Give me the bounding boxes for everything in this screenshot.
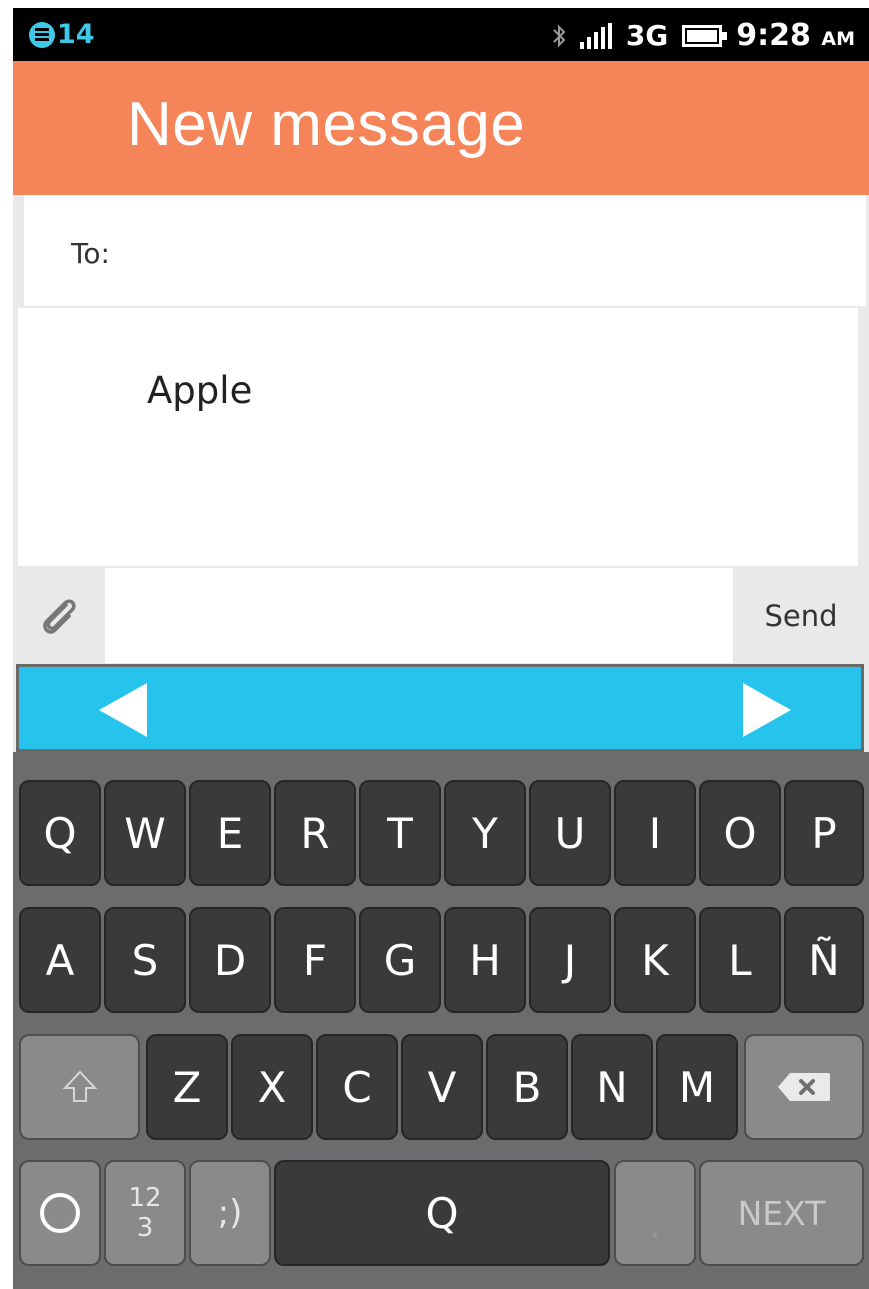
key-x[interactable]: X — [231, 1034, 313, 1140]
clock: 9:28 AM — [736, 18, 855, 53]
signal-icon — [579, 22, 612, 49]
send-button[interactable]: Send — [733, 568, 869, 663]
circle-icon — [40, 1193, 80, 1233]
status-icons: 3G 9:28 AM — [552, 18, 855, 53]
key-k[interactable]: K — [614, 907, 696, 1013]
numbers-line-1: 12 — [128, 1183, 162, 1213]
paperclip-icon — [43, 599, 76, 634]
numbers-key[interactable]: 12 3 — [104, 1160, 186, 1266]
suggestion-bar — [16, 664, 864, 752]
key-z[interactable]: Z — [146, 1034, 228, 1140]
key-v[interactable]: V — [401, 1034, 483, 1140]
key-n-tilde[interactable]: Ñ — [784, 907, 864, 1013]
bluetooth-icon — [553, 24, 566, 47]
recipient-field[interactable]: To: — [24, 195, 866, 306]
backspace-icon — [778, 1073, 830, 1101]
compose-bar: Send — [13, 568, 869, 663]
key-w[interactable]: W — [104, 780, 186, 886]
message-input[interactable]: Apple — [18, 308, 858, 566]
page-title: New message — [127, 90, 526, 159]
left-arrow-icon[interactable] — [99, 683, 147, 737]
keyboard: Q W E R T Y U I O P A S D F G H J K L Ñ … — [13, 752, 869, 1289]
numbers-line-2: 3 — [136, 1213, 154, 1243]
next-key[interactable]: NEXT — [699, 1160, 864, 1266]
key-n[interactable]: N — [571, 1034, 653, 1140]
key-t[interactable]: T — [359, 780, 441, 886]
to-label: To: — [71, 237, 110, 270]
key-i[interactable]: I — [614, 780, 696, 886]
shift-icon — [62, 1070, 97, 1102]
right-arrow-icon[interactable] — [743, 683, 791, 737]
key-l[interactable]: L — [699, 907, 781, 1013]
numbers-key-label: 12 3 — [128, 1183, 161, 1243]
key-r[interactable]: R — [274, 780, 356, 886]
notification-indicator[interactable]: 14 — [29, 19, 95, 50]
space-key[interactable]: Q — [274, 1160, 610, 1266]
emoticon-key[interactable]: ;) — [189, 1160, 271, 1266]
key-m[interactable]: M — [656, 1034, 738, 1140]
key-j[interactable]: J — [529, 907, 611, 1013]
notification-icon — [29, 21, 55, 48]
battery-icon — [682, 24, 728, 47]
clock-ampm: AM — [821, 28, 855, 50]
notification-count: 14 — [57, 19, 95, 50]
key-o[interactable]: O — [699, 780, 781, 886]
attach-button[interactable] — [13, 568, 105, 663]
key-u[interactable]: U — [529, 780, 611, 886]
message-text: Apple — [147, 369, 253, 412]
key-e[interactable]: E — [189, 780, 271, 886]
key-f[interactable]: F — [274, 907, 356, 1013]
key-q[interactable]: Q — [19, 780, 101, 886]
backspace-key[interactable] — [744, 1034, 864, 1140]
clock-time: 9:28 — [736, 18, 811, 53]
key-p[interactable]: P — [784, 780, 864, 886]
key-d[interactable]: D — [189, 907, 271, 1013]
key-y[interactable]: Y — [444, 780, 526, 886]
screen: 14 3G 9:28 AM New message To: Apple Send… — [13, 8, 869, 1289]
period-key[interactable]: . — [614, 1160, 696, 1266]
key-c[interactable]: C — [316, 1034, 398, 1140]
language-key[interactable] — [19, 1160, 101, 1266]
key-h[interactable]: H — [444, 907, 526, 1013]
key-b[interactable]: B — [486, 1034, 568, 1140]
network-type: 3G — [625, 19, 669, 52]
key-s[interactable]: S — [104, 907, 186, 1013]
status-bar: 14 3G 9:28 AM — [13, 8, 869, 61]
key-g[interactable]: G — [359, 907, 441, 1013]
app-header: New message — [13, 61, 869, 195]
shift-key[interactable] — [19, 1034, 140, 1140]
key-a[interactable]: A — [19, 907, 101, 1013]
